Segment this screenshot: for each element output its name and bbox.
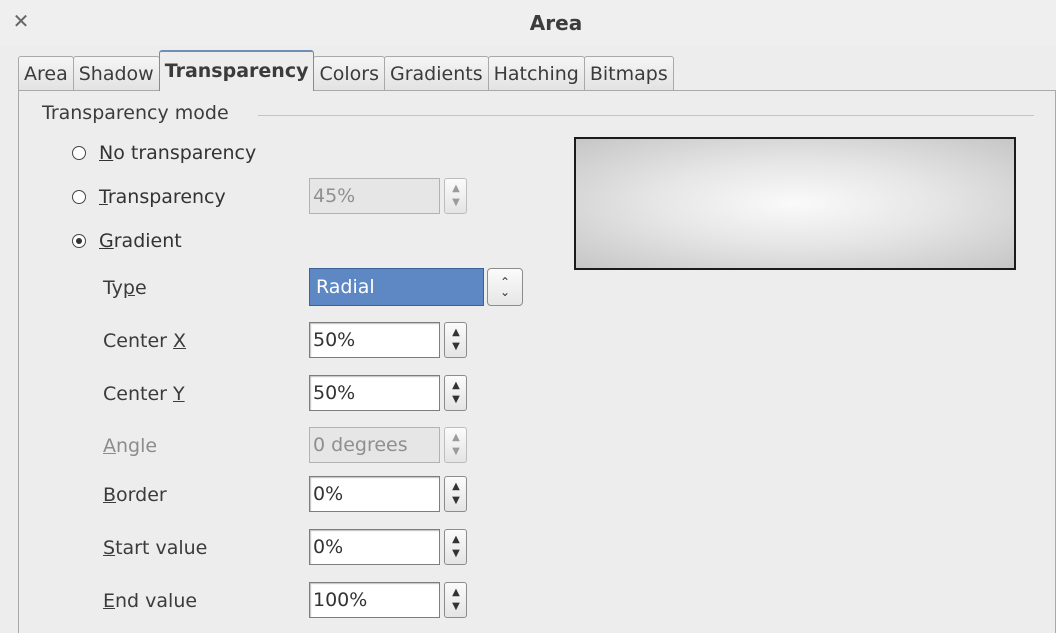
chevron-up-icon[interactable]: ▲ <box>451 328 461 338</box>
tab-colors[interactable]: Colors <box>313 56 385 91</box>
transparency-preview <box>574 137 1016 270</box>
spin-buttons[interactable]: ▲ ▼ <box>444 178 467 214</box>
border-label: Border <box>103 484 167 506</box>
spin-buttons[interactable]: ▲ ▼ <box>444 375 467 411</box>
radio-transparency[interactable]: Transparency <box>72 182 226 212</box>
end-value-label: End value <box>103 590 198 612</box>
chevron-down-icon[interactable]: ▼ <box>451 198 461 208</box>
frame-divider <box>258 115 1034 116</box>
chevron-down-icon[interactable]: ▼ <box>451 496 461 506</box>
radio-button-indicator[interactable] <box>72 146 86 160</box>
tab-bar: Area Shadow Transparency Colors Gradient… <box>18 50 674 91</box>
center-y-field[interactable]: 50% <box>309 375 440 411</box>
chevron-down-icon[interactable]: ▼ <box>451 602 461 612</box>
spin-buttons[interactable]: ▲ ▼ <box>444 529 467 565</box>
spin-buttons[interactable]: ▲ ▼ <box>444 427 467 463</box>
type-dropdown[interactable]: Radial ⌃ ⌄ <box>309 268 523 306</box>
transparency-spinbox[interactable]: 45% ▲ ▼ <box>309 178 468 214</box>
chevron-down-icon[interactable]: ▼ <box>451 395 461 405</box>
tab-hatching[interactable]: Hatching <box>487 56 585 91</box>
radio-button-indicator[interactable] <box>72 234 86 248</box>
border-field[interactable]: 0% <box>309 476 440 512</box>
dialog-title: Area <box>529 11 583 35</box>
chevron-up-icon[interactable]: ▲ <box>451 482 461 492</box>
center-x-label: Center X <box>103 330 187 352</box>
radio-label: Gradient <box>99 230 182 252</box>
end-value-spinbox[interactable]: 100% ▲ ▼ <box>309 582 468 618</box>
chevron-down-icon[interactable]: ▼ <box>451 549 461 559</box>
spin-buttons[interactable]: ▲ ▼ <box>444 582 467 618</box>
start-value-spinbox[interactable]: 0% ▲ ▼ <box>309 529 468 565</box>
dropdown-button[interactable]: ⌃ ⌄ <box>487 268 523 306</box>
tab-bitmaps[interactable]: Bitmaps <box>583 56 674 91</box>
radio-no-transparency[interactable]: No transparency <box>72 138 256 168</box>
radio-label: No transparency <box>99 142 257 164</box>
chevron-up-icon[interactable]: ▲ <box>451 535 461 545</box>
start-value-field[interactable]: 0% <box>309 529 440 565</box>
chevron-down-icon[interactable]: ▼ <box>451 447 461 457</box>
chevron-up-icon[interactable]: ▲ <box>451 184 461 194</box>
spin-buttons[interactable]: ▲ ▼ <box>444 476 467 512</box>
border-spinbox[interactable]: 0% ▲ ▼ <box>309 476 468 512</box>
type-label: Type <box>103 277 147 299</box>
spin-buttons[interactable]: ▲ ▼ <box>444 322 467 358</box>
transparency-field[interactable]: 45% <box>309 178 440 214</box>
center-x-spinbox[interactable]: 50% ▲ ▼ <box>309 322 468 358</box>
chevron-updown-icon: ⌃ ⌄ <box>499 275 511 299</box>
chevron-down-icon[interactable]: ▼ <box>451 342 461 352</box>
title-bar: ✕ Area <box>0 0 1056 46</box>
type-value[interactable]: Radial <box>309 268 484 306</box>
end-value-field[interactable]: 100% <box>309 582 440 618</box>
tab-transparency[interactable]: Transparency <box>158 50 315 91</box>
start-value-label: Start value <box>103 537 208 559</box>
radio-gradient[interactable]: Gradient <box>72 226 182 256</box>
radio-button-indicator[interactable] <box>72 190 86 204</box>
chevron-up-icon[interactable]: ▲ <box>451 588 461 598</box>
tab-gradients[interactable]: Gradients <box>384 56 489 91</box>
chevron-up-icon[interactable]: ▲ <box>451 433 461 443</box>
angle-field[interactable]: 0 degrees <box>309 427 440 463</box>
chevron-up-icon[interactable]: ▲ <box>451 381 461 391</box>
tab-shadow[interactable]: Shadow <box>72 56 160 91</box>
center-x-field[interactable]: 50% <box>309 322 440 358</box>
center-y-spinbox[interactable]: 50% ▲ ▼ <box>309 375 468 411</box>
angle-spinbox[interactable]: 0 degrees ▲ ▼ <box>309 427 468 463</box>
center-y-label: Center Y <box>103 383 185 405</box>
tab-area[interactable]: Area <box>18 56 74 91</box>
angle-label: Angle <box>103 435 158 457</box>
frame-legend: Transparency mode <box>42 102 237 124</box>
radio-label: Transparency <box>99 186 226 208</box>
